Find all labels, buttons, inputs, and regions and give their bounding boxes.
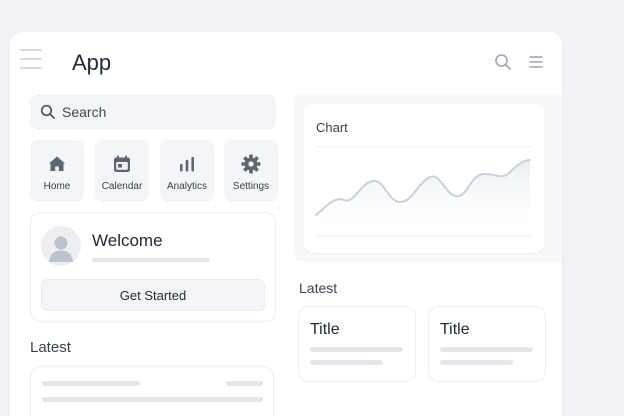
nav-settings[interactable]: Settings bbox=[224, 140, 278, 202]
bar-chart-icon bbox=[180, 157, 194, 172]
chart-plot bbox=[315, 146, 532, 237]
placeholder-line bbox=[42, 397, 263, 402]
hamburger-icon[interactable] bbox=[20, 49, 42, 71]
search-input[interactable]: Search bbox=[30, 94, 276, 130]
app-title: App bbox=[72, 50, 112, 75]
placeholder-line bbox=[226, 381, 263, 386]
nav-home-label: Home bbox=[43, 181, 71, 192]
nav-analytics[interactable]: Analytics bbox=[160, 140, 214, 202]
latest-list-card[interactable] bbox=[30, 366, 274, 416]
menu-icon[interactable] bbox=[527, 53, 545, 71]
chart-area bbox=[316, 160, 530, 236]
nav-calendar-label: Calendar bbox=[101, 181, 143, 192]
home-icon bbox=[49, 156, 65, 171]
latest-heading: Latest bbox=[299, 280, 338, 296]
search-icon[interactable] bbox=[494, 53, 512, 71]
search-icon bbox=[40, 104, 55, 119]
user-avatar-icon bbox=[41, 226, 81, 266]
title-card[interactable]: Title bbox=[428, 306, 546, 382]
calendar-icon bbox=[114, 155, 130, 172]
welcome-subtitle-placeholder bbox=[92, 258, 210, 262]
gear-icon bbox=[241, 154, 261, 174]
welcome-card: Welcome Get Started bbox=[30, 212, 276, 322]
placeholder-line bbox=[42, 381, 140, 386]
card-title: Title bbox=[440, 321, 470, 338]
nav-analytics-label: Analytics bbox=[166, 181, 207, 192]
get-started-button[interactable]: Get Started bbox=[41, 279, 265, 311]
title-card[interactable]: Title bbox=[298, 306, 416, 382]
placeholder-line bbox=[310, 347, 403, 352]
latest-heading: Latest bbox=[30, 339, 71, 356]
card-title: Title bbox=[310, 321, 340, 338]
chart-card: Chart bbox=[304, 104, 544, 253]
nav-home[interactable]: Home bbox=[30, 140, 84, 202]
placeholder-line bbox=[310, 360, 383, 365]
welcome-title: Welcome bbox=[92, 231, 163, 250]
search-placeholder: Search bbox=[62, 104, 107, 120]
nav-calendar[interactable]: Calendar bbox=[95, 140, 149, 202]
placeholder-line bbox=[440, 360, 513, 365]
placeholder-line bbox=[440, 347, 533, 352]
nav-settings-label: Settings bbox=[232, 181, 270, 192]
